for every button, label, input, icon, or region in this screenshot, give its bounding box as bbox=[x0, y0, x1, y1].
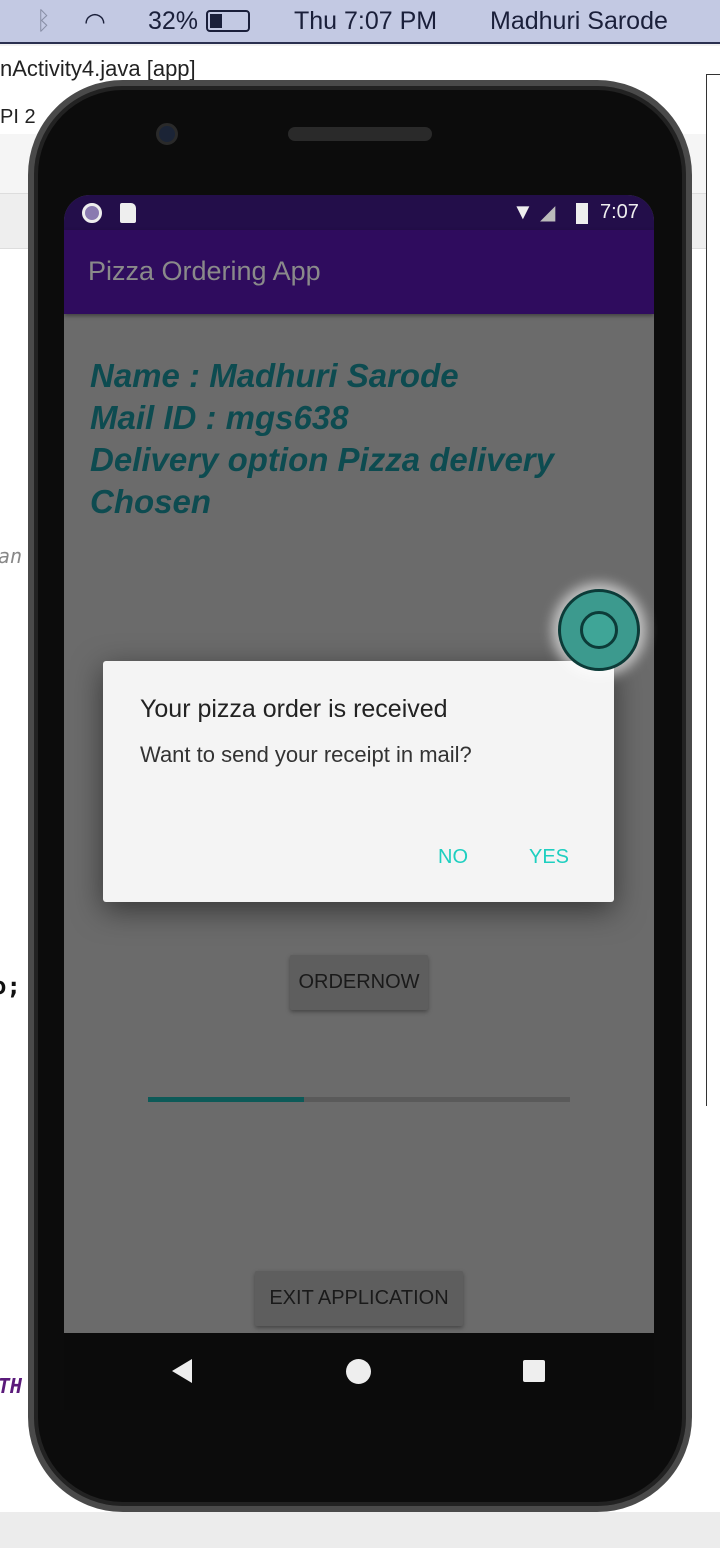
delivery-line-2: Chosen bbox=[90, 483, 212, 520]
mac-menubar: ᛒ ◠ 32% Thu 7:07 PM Madhuri Sarode bbox=[0, 0, 720, 44]
delivery-line: Delivery option Pizza delivery bbox=[90, 441, 554, 478]
wifi-icon[interactable]: ◠ bbox=[84, 7, 106, 37]
order-now-button[interactable]: ORDERNOW bbox=[290, 955, 428, 1010]
dialog-title: Your pizza order is received bbox=[140, 695, 448, 723]
user-name[interactable]: Madhuri Sarode bbox=[490, 7, 668, 36]
android-status-bar: ▼ ◢ 7:07 bbox=[64, 195, 654, 230]
no-button[interactable]: NO bbox=[438, 846, 468, 869]
bluetooth-icon[interactable]: ᛒ bbox=[36, 7, 51, 36]
order-info: Name : Madhuri Sarode Mail ID : mgs638 D… bbox=[90, 355, 554, 523]
progress-fill bbox=[148, 1097, 305, 1102]
name-line: Name : Madhuri Sarode bbox=[90, 357, 459, 394]
wifi-icon: ▼ bbox=[512, 199, 534, 224]
progress-bar bbox=[148, 1097, 570, 1102]
ide-side-panel bbox=[706, 74, 720, 1106]
app-title: Pizza Ordering App bbox=[88, 256, 321, 286]
battery-icon bbox=[576, 203, 588, 224]
back-icon[interactable] bbox=[172, 1359, 192, 1383]
yes-button[interactable]: YES bbox=[529, 846, 569, 869]
order-received-dialog: Your pizza order is received Want to sen… bbox=[103, 661, 614, 902]
status-time: 7:07 bbox=[600, 201, 639, 223]
ide-file-title: nActivity4.java [app] bbox=[0, 56, 196, 81]
code-fragment: an bbox=[0, 544, 23, 568]
home-icon[interactable] bbox=[346, 1359, 371, 1384]
code-fragment: o; bbox=[0, 972, 21, 1000]
camera-icon bbox=[156, 123, 178, 145]
dialog-message: Want to send your receipt in mail? bbox=[140, 742, 472, 767]
code-fragment: TH bbox=[0, 1374, 23, 1398]
signal-icon: ◢ bbox=[540, 202, 556, 224]
app-bar: Pizza Ordering App bbox=[64, 230, 654, 314]
sd-card-icon bbox=[120, 203, 136, 223]
android-nav-bar bbox=[64, 1333, 654, 1410]
speaker-grille bbox=[288, 127, 432, 141]
ide-statusbar bbox=[0, 1512, 720, 1548]
api-selector[interactable]: PI 2 bbox=[0, 106, 36, 129]
record-icon bbox=[82, 203, 102, 223]
touch-pointer-indicator bbox=[558, 589, 640, 671]
recents-icon[interactable] bbox=[523, 1360, 545, 1382]
battery-percent: 32% bbox=[148, 7, 199, 35]
mail-line: Mail ID : mgs638 bbox=[90, 399, 349, 436]
exit-application-button[interactable]: EXIT APPLICATION bbox=[255, 1271, 463, 1326]
clock[interactable]: Thu 7:07 PM bbox=[294, 7, 437, 36]
battery-icon[interactable] bbox=[206, 10, 250, 32]
